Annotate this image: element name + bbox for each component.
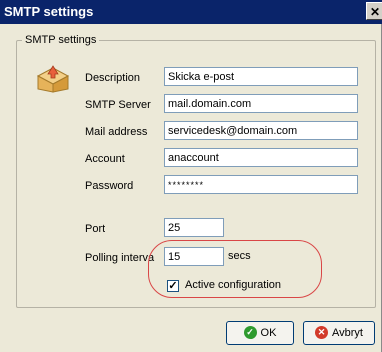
mail-settings-icon xyxy=(36,64,70,94)
annotation-highlight-circle xyxy=(148,240,322,298)
window-title: SMTP settings xyxy=(4,4,94,19)
description-label: Description xyxy=(85,72,141,84)
group-legend: SMTP settings xyxy=(22,34,100,46)
password-label: Password xyxy=(85,180,134,192)
password-field[interactable] xyxy=(164,175,358,194)
mail-address-label: Mail address xyxy=(85,126,148,138)
account-field[interactable] xyxy=(164,148,358,167)
close-icon[interactable]: ✕ xyxy=(366,2,382,20)
smtp-settings-dialog: SMTP settings ✕ SMTP settings Descriptio… xyxy=(0,0,382,352)
description-field[interactable] xyxy=(164,67,358,86)
mail-address-field[interactable] xyxy=(164,121,358,140)
ok-button-label: OK xyxy=(260,327,277,339)
smtp-server-label: SMTP Server xyxy=(85,99,151,111)
port-label: Port xyxy=(85,223,106,235)
smtp-server-field[interactable] xyxy=(164,94,358,113)
title-bar: SMTP settings ✕ xyxy=(0,0,382,24)
cancel-button-label: Avbryt xyxy=(332,327,363,339)
ok-button[interactable]: ✓ OK xyxy=(226,321,294,345)
cancel-button[interactable]: ✕ Avbryt xyxy=(303,321,375,345)
check-circle-icon: ✓ xyxy=(243,325,257,339)
account-label: Account xyxy=(85,153,125,165)
cancel-circle-icon: ✕ xyxy=(315,325,328,339)
port-field[interactable] xyxy=(164,218,224,237)
